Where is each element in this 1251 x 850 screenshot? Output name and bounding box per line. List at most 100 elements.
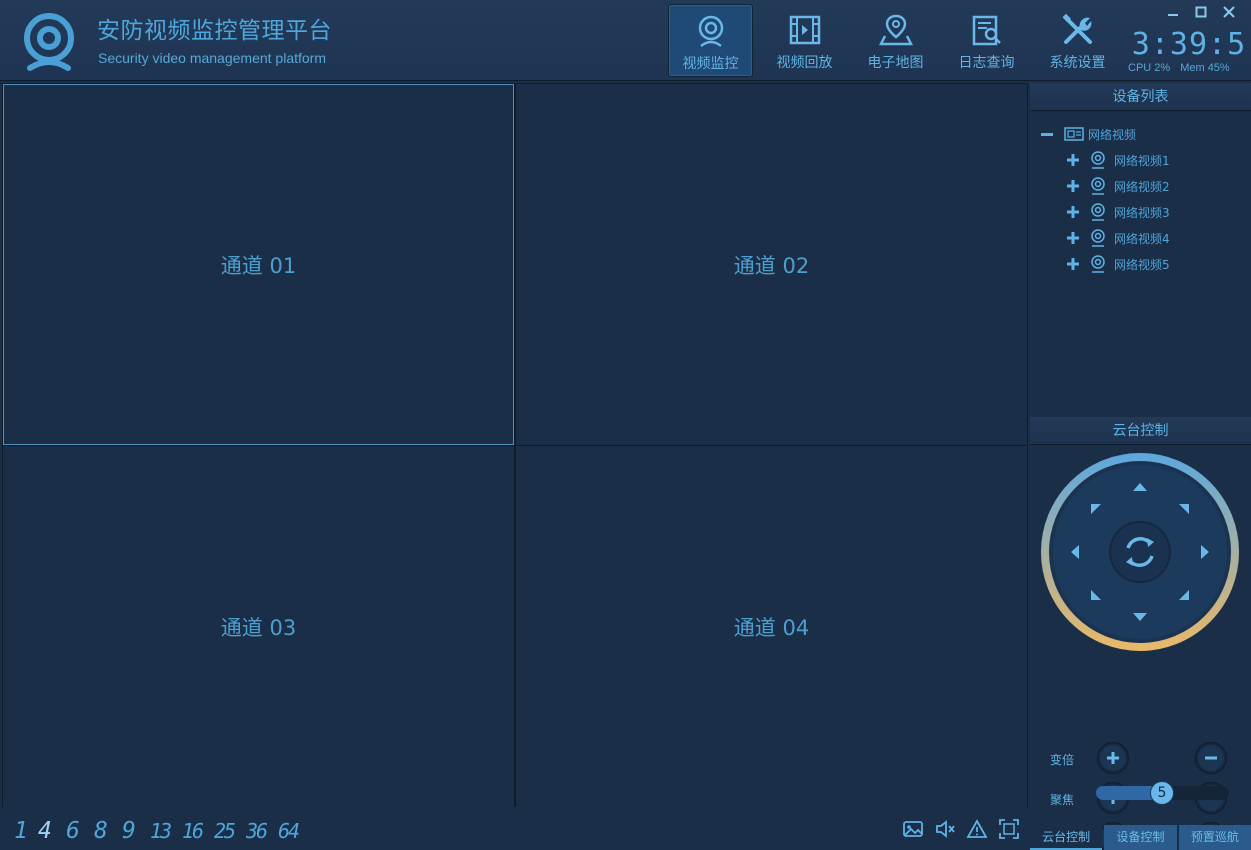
layout-option-6[interactable]: 6	[66, 815, 84, 843]
snapshot-icon[interactable]	[902, 818, 924, 840]
close-button[interactable]	[1218, 4, 1240, 20]
minimize-button[interactable]	[1162, 4, 1184, 20]
clock-time: 13:39:54	[1131, 27, 1247, 60]
camera-icon	[1091, 177, 1105, 195]
zoom-in-button[interactable]	[1097, 742, 1129, 774]
tree-item-label: 网络视频5	[1114, 257, 1170, 272]
mute-icon[interactable]	[934, 818, 956, 840]
tools-icon	[1061, 13, 1092, 44]
title-bar: 安防视频监控管理平台 Security video management pla…	[0, 0, 1251, 81]
layout-label: 36	[246, 819, 268, 843]
tree-item-camera-5[interactable]: 网络视频5	[1030, 251, 1251, 277]
video-grid: 通道 01 通道 02 通道 03 通道 04	[2, 83, 1028, 807]
layout-selector: 1 4 6 8 9 13 16 25 36 64	[14, 815, 302, 843]
nav-video-monitor[interactable]: 视频监控	[668, 4, 753, 77]
expand-icon[interactable]	[1066, 205, 1080, 219]
collapse-icon[interactable]	[1040, 127, 1054, 141]
layout-label: 13	[150, 819, 171, 843]
layout-option-1[interactable]: 1	[14, 815, 28, 843]
tab-device-control[interactable]: 设备控制	[1104, 825, 1177, 850]
video-channel-1[interactable]: 通道 01	[3, 84, 514, 445]
minimize-icon	[1168, 14, 1178, 16]
app-subtitle: Security video management platform	[98, 50, 326, 66]
layout-option-16[interactable]: 16	[182, 815, 204, 843]
layout-option-9[interactable]: 9	[122, 815, 140, 843]
video-channel-2[interactable]: 通道 02	[516, 84, 1027, 445]
tree-item-label: 网络视频3	[1114, 205, 1170, 220]
step-slider[interactable]: 5	[1096, 781, 1229, 805]
camera-icon	[698, 15, 723, 48]
layout-option-25[interactable]: 25	[214, 815, 236, 843]
panel-tabs: 云台控制 设备控制 预置巡航	[1030, 825, 1251, 850]
right-panel: 设备列表 网络视频 网络视频1 网络视频2 网络视频3 网络视频4 网络视频5 …	[1030, 83, 1251, 850]
film-icon	[789, 15, 820, 45]
main-nav: 视频监控 视频回放 电子地图 日志查询 系统设置	[668, 4, 1123, 78]
bottom-toolbar: 1 4 6 8 9 13 16 25 36 64	[2, 808, 1028, 850]
nav-video-playback[interactable]: 视频回放	[759, 4, 850, 77]
layout-option-64[interactable]: 64	[278, 815, 302, 843]
layout-label: 25	[214, 819, 235, 843]
layout-label: 4	[38, 818, 52, 843]
channel-label: 通道 04	[733, 615, 810, 640]
nav-log-query[interactable]: 日志查询	[941, 4, 1032, 77]
close-icon	[1223, 6, 1235, 18]
fullscreen-icon[interactable]	[998, 818, 1020, 840]
nav-label: 系统设置	[1049, 55, 1106, 71]
expand-icon[interactable]	[1066, 179, 1080, 193]
channel-label: 通道 03	[220, 615, 297, 640]
layout-label: 16	[182, 819, 204, 843]
expand-icon[interactable]	[1066, 153, 1080, 167]
camera-icon	[1091, 255, 1105, 273]
alarm-icon[interactable]	[966, 818, 988, 840]
mem-usage: Mem 45%	[1180, 62, 1230, 74]
tree-root-network-video[interactable]: 网络视频	[1030, 121, 1251, 147]
tab-preset-patrol[interactable]: 预置巡航	[1178, 825, 1251, 850]
cpu-usage: CPU 2%	[1128, 62, 1171, 74]
maximize-button[interactable]	[1190, 4, 1212, 20]
zoom-out-button[interactable]	[1195, 742, 1227, 774]
video-channel-4[interactable]: 通道 04	[516, 446, 1027, 807]
webcam-logo-icon	[24, 13, 74, 71]
focus-label: 聚焦	[1050, 793, 1075, 807]
layout-option-36[interactable]: 36	[246, 815, 268, 843]
layout-label: 1	[14, 818, 28, 843]
camera-icon	[1091, 203, 1105, 221]
tree-item-camera-3[interactable]: 网络视频3	[1030, 199, 1251, 225]
device-tree: 网络视频 网络视频1 网络视频2 网络视频3 网络视频4 网络视频5	[1030, 111, 1251, 416]
layout-option-13[interactable]: 13	[150, 815, 172, 843]
channel-label: 通道 02	[733, 253, 810, 278]
tree-root-label: 网络视频	[1088, 127, 1137, 142]
tree-item-camera-4[interactable]: 网络视频4	[1030, 225, 1251, 251]
ptz-control-header: 云台控制	[1030, 417, 1251, 445]
layout-option-8[interactable]: 8	[94, 815, 112, 843]
log-search-icon	[972, 15, 1001, 46]
tree-item-label: 网络视频1	[1114, 153, 1170, 168]
layout-label: 6	[66, 818, 80, 843]
layout-option-4[interactable]: 4	[38, 815, 56, 843]
digital-clock: 13:39:54	[1131, 27, 1247, 60]
nav-electronic-map[interactable]: 电子地图	[850, 4, 941, 77]
channel-label: 通道 01	[220, 253, 297, 278]
nav-label: 电子地图	[867, 55, 924, 71]
system-stats: CPU 2% Mem 45%	[1128, 62, 1240, 74]
tree-item-camera-1[interactable]: 网络视频1	[1030, 147, 1251, 173]
map-pin-icon	[878, 14, 913, 46]
tree-item-camera-2[interactable]: 网络视频2	[1030, 173, 1251, 199]
window-controls	[1162, 4, 1240, 20]
maximize-icon	[1195, 6, 1207, 18]
app-title: 安防视频监控管理平台	[97, 18, 332, 44]
zoom-label: 变倍	[1050, 753, 1075, 767]
nav-system-settings[interactable]: 系统设置	[1032, 4, 1123, 77]
layout-label: 64	[278, 819, 299, 843]
expand-icon[interactable]	[1066, 257, 1080, 271]
nav-label: 日志查询	[958, 55, 1015, 71]
video-channel-3[interactable]: 通道 03	[3, 446, 514, 807]
expand-icon[interactable]	[1066, 231, 1080, 245]
ptz-auto-scan-button[interactable]	[1109, 521, 1171, 583]
minus-icon	[1205, 756, 1217, 760]
device-list-header: 设备列表	[1030, 83, 1251, 111]
step-slider-knob[interactable]: 5	[1150, 781, 1174, 805]
ptz-control-panel: 变倍 聚焦 光圈 步长	[1030, 447, 1251, 850]
camera-icon	[1091, 229, 1105, 247]
tab-ptz-control[interactable]: 云台控制	[1030, 825, 1103, 850]
